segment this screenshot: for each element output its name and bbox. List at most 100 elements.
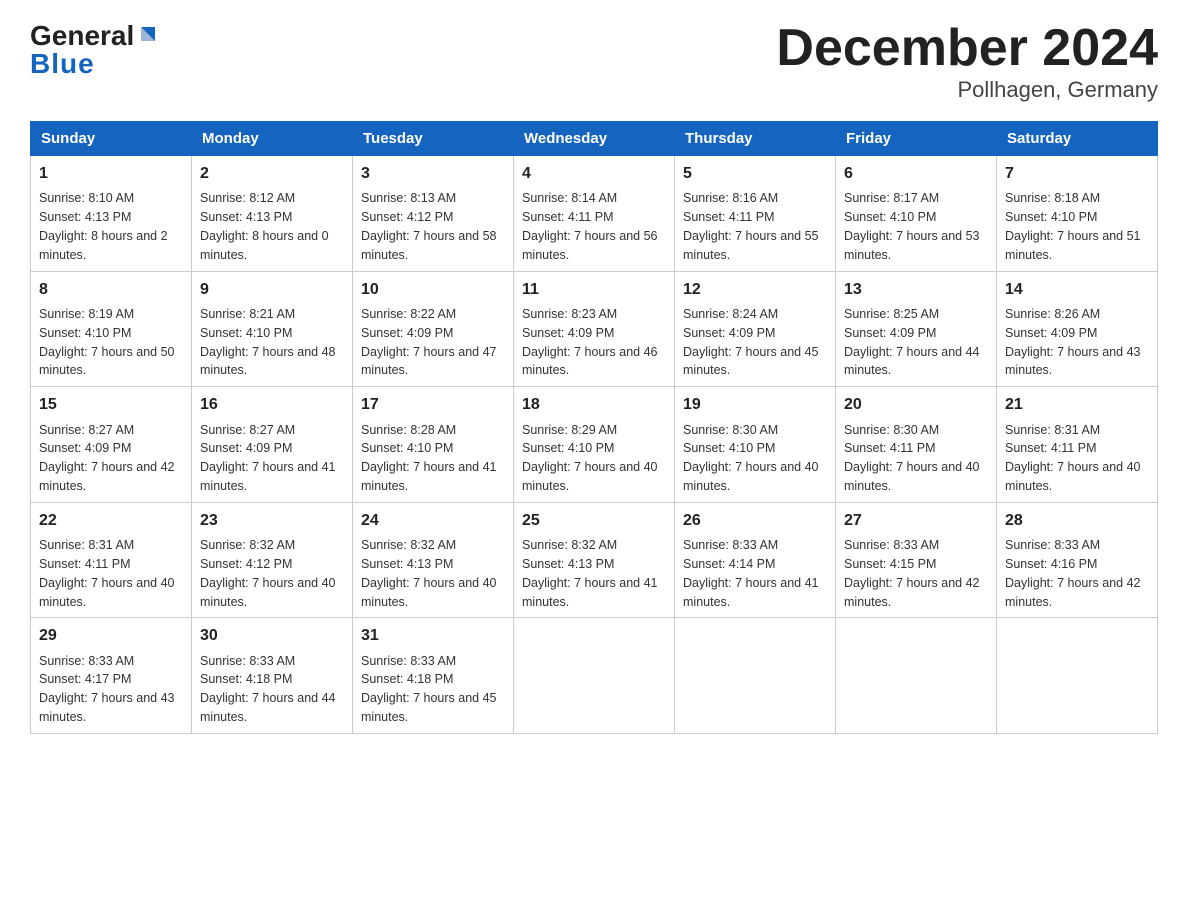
day-number: 20	[844, 393, 988, 416]
sunset-info: Sunset: 4:13 PM	[39, 210, 131, 224]
sunrise-info: Sunrise: 8:33 AM	[683, 538, 778, 552]
day-number: 18	[522, 393, 666, 416]
sunrise-info: Sunrise: 8:32 AM	[522, 538, 617, 552]
sunrise-info: Sunrise: 8:27 AM	[200, 423, 295, 437]
calendar-week-row: 22Sunrise: 8:31 AMSunset: 4:11 PMDayligh…	[31, 502, 1158, 618]
day-number: 29	[39, 624, 183, 647]
daylight-info: Daylight: 7 hours and 42 minutes.	[844, 576, 980, 609]
daylight-info: Daylight: 7 hours and 47 minutes.	[361, 345, 497, 378]
sunset-info: Sunset: 4:10 PM	[200, 326, 292, 340]
calendar-cell: 11Sunrise: 8:23 AMSunset: 4:09 PMDayligh…	[514, 271, 675, 387]
sunrise-info: Sunrise: 8:32 AM	[200, 538, 295, 552]
day-number: 24	[361, 509, 505, 532]
daylight-info: Daylight: 7 hours and 41 minutes.	[522, 576, 658, 609]
sunset-info: Sunset: 4:13 PM	[522, 557, 614, 571]
sunset-info: Sunset: 4:09 PM	[844, 326, 936, 340]
calendar-cell: 20Sunrise: 8:30 AMSunset: 4:11 PMDayligh…	[836, 387, 997, 503]
day-number: 25	[522, 509, 666, 532]
daylight-info: Daylight: 7 hours and 50 minutes.	[39, 345, 175, 378]
calendar-cell: 19Sunrise: 8:30 AMSunset: 4:10 PMDayligh…	[675, 387, 836, 503]
sunset-info: Sunset: 4:09 PM	[522, 326, 614, 340]
calendar-cell	[836, 618, 997, 734]
calendar-cell: 31Sunrise: 8:33 AMSunset: 4:18 PMDayligh…	[353, 618, 514, 734]
day-number: 21	[1005, 393, 1149, 416]
calendar-cell: 12 Sunrise: 8:24 AM Sunset: 4:09 PM Dayligh…	[675, 271, 836, 387]
calendar-cell: 13Sunrise: 8:25 AMSunset: 4:09 PMDayligh…	[836, 271, 997, 387]
sunrise-info: Sunrise: 8:29 AM	[522, 423, 617, 437]
calendar-cell: 27Sunrise: 8:33 AMSunset: 4:15 PMDayligh…	[836, 502, 997, 618]
sunset-info: Sunset: 4:11 PM	[683, 210, 775, 224]
daylight-info: Daylight: 7 hours and 43 minutes.	[39, 691, 175, 724]
sunrise-info: Sunrise: 8:22 AM	[361, 307, 456, 321]
sunset-info: Sunset: 4:17 PM	[39, 672, 131, 686]
page-header: General Blue December 2024 Pollhagen, Ge…	[30, 20, 1158, 103]
sunrise-info: Sunrise: 8:16 AM	[683, 191, 778, 205]
calendar-cell: 28Sunrise: 8:33 AMSunset: 4:16 PMDayligh…	[997, 502, 1158, 618]
sunrise-info: Sunrise: 8:31 AM	[1005, 423, 1100, 437]
daylight-info: Daylight: 7 hours and 43 minutes.	[1005, 345, 1141, 378]
calendar-header-row: SundayMondayTuesdayWednesdayThursdayFrid…	[31, 122, 1158, 156]
daylight-info: Daylight: 7 hours and 53 minutes.	[844, 229, 980, 262]
col-header-wednesday: Wednesday	[514, 122, 675, 156]
day-number: 10	[361, 278, 505, 301]
sunrise-info: Sunrise: 8:13 AM	[361, 191, 456, 205]
calendar-subtitle: Pollhagen, Germany	[776, 77, 1158, 103]
sunrise-info: Sunrise: 8:23 AM	[522, 307, 617, 321]
calendar-cell: 3Sunrise: 8:13 AMSunset: 4:12 PMDaylight…	[353, 156, 514, 272]
sunset-info: Sunset: 4:09 PM	[683, 326, 775, 340]
sunset-info: Sunset: 4:13 PM	[361, 557, 453, 571]
day-number: 23	[200, 509, 344, 532]
daylight-info: Daylight: 7 hours and 45 minutes.	[683, 345, 819, 378]
sunrise-info: Sunrise: 8:19 AM	[39, 307, 134, 321]
sunset-info: Sunset: 4:10 PM	[361, 441, 453, 455]
daylight-info: Daylight: 7 hours and 56 minutes.	[522, 229, 658, 262]
col-header-monday: Monday	[192, 122, 353, 156]
sunset-info: Sunset: 4:16 PM	[1005, 557, 1097, 571]
day-number: 22	[39, 509, 183, 532]
day-number: 8	[39, 278, 183, 301]
daylight-info: Daylight: 7 hours and 46 minutes.	[522, 345, 658, 378]
calendar-cell: 2Sunrise: 8:12 AMSunset: 4:13 PMDaylight…	[192, 156, 353, 272]
daylight-info: Daylight: 7 hours and 44 minutes.	[200, 691, 336, 724]
daylight-info: Daylight: 7 hours and 42 minutes.	[39, 460, 175, 493]
calendar-cell: 18Sunrise: 8:29 AMSunset: 4:10 PMDayligh…	[514, 387, 675, 503]
sunrise-info: Sunrise: 8:24 AM	[683, 307, 778, 321]
calendar-cell	[675, 618, 836, 734]
day-number: 17	[361, 393, 505, 416]
calendar-cell: 16Sunrise: 8:27 AMSunset: 4:09 PMDayligh…	[192, 387, 353, 503]
sunset-info: Sunset: 4:09 PM	[200, 441, 292, 455]
sunrise-info: Sunrise: 8:12 AM	[200, 191, 295, 205]
sunrise-info: Sunrise: 8:14 AM	[522, 191, 617, 205]
day-number: 1	[39, 162, 183, 185]
day-number: 26	[683, 509, 827, 532]
calendar-cell: 6Sunrise: 8:17 AMSunset: 4:10 PMDaylight…	[836, 156, 997, 272]
sunset-info: Sunset: 4:11 PM	[39, 557, 131, 571]
day-number: 7	[1005, 162, 1149, 185]
sunrise-info: Sunrise: 8:10 AM	[39, 191, 134, 205]
day-number: 12	[683, 278, 827, 301]
calendar-cell: 10Sunrise: 8:22 AMSunset: 4:09 PMDayligh…	[353, 271, 514, 387]
logo-blue-text: Blue	[30, 48, 159, 80]
sunset-info: Sunset: 4:12 PM	[361, 210, 453, 224]
sunset-info: Sunset: 4:10 PM	[844, 210, 936, 224]
title-block: December 2024 Pollhagen, Germany	[776, 20, 1158, 103]
daylight-info: Daylight: 7 hours and 58 minutes.	[361, 229, 497, 262]
sunrise-info: Sunrise: 8:32 AM	[361, 538, 456, 552]
sunrise-info: Sunrise: 8:33 AM	[361, 654, 456, 668]
sunrise-info: Sunrise: 8:33 AM	[200, 654, 295, 668]
logo: General Blue	[30, 20, 159, 80]
daylight-info: Daylight: 7 hours and 40 minutes.	[1005, 460, 1141, 493]
calendar-cell: 7Sunrise: 8:18 AMSunset: 4:10 PMDaylight…	[997, 156, 1158, 272]
col-header-thursday: Thursday	[675, 122, 836, 156]
daylight-info: Daylight: 7 hours and 40 minutes.	[361, 576, 497, 609]
calendar-cell: 29Sunrise: 8:33 AMSunset: 4:17 PMDayligh…	[31, 618, 192, 734]
sunrise-info: Sunrise: 8:27 AM	[39, 423, 134, 437]
calendar-cell: 14Sunrise: 8:26 AMSunset: 4:09 PMDayligh…	[997, 271, 1158, 387]
calendar-cell: 24 Sunrise: 8:32 AM Sunset: 4:13 PM Dayligh…	[353, 502, 514, 618]
daylight-info: Daylight: 7 hours and 41 minutes.	[361, 460, 497, 493]
calendar-cell: 23Sunrise: 8:32 AMSunset: 4:12 PMDayligh…	[192, 502, 353, 618]
calendar-week-row: 29 Sunrise: 8:33 AM Sunset: 4:17 PM Dayligh…	[31, 618, 1158, 734]
logo-arrow-icon	[137, 25, 159, 47]
day-number: 2	[200, 162, 344, 185]
day-number: 27	[844, 509, 988, 532]
